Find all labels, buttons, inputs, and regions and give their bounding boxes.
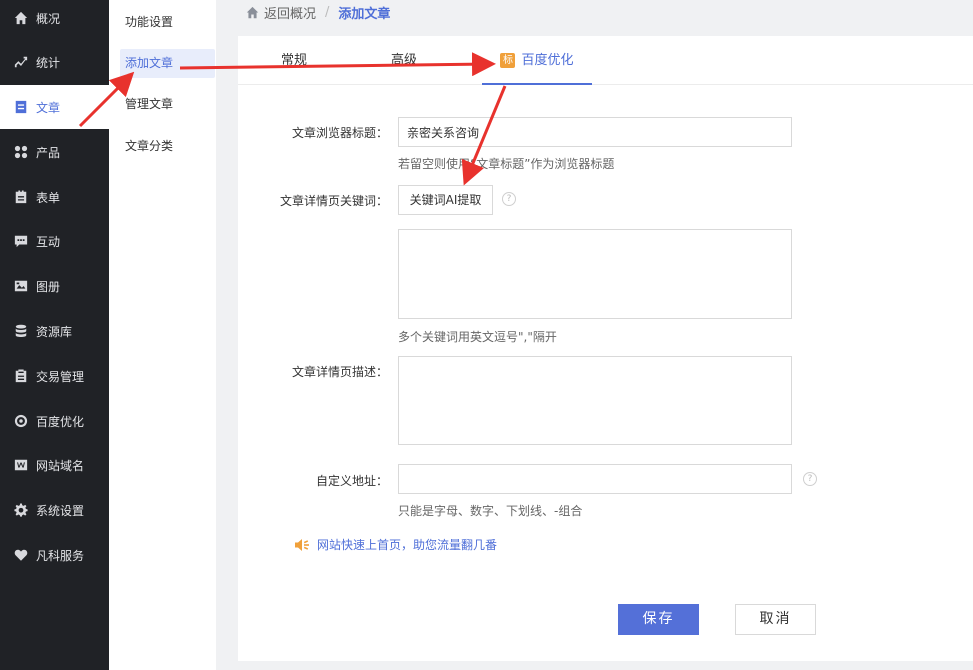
sidebar-item-system-settings[interactable]: 系统设置 xyxy=(0,488,109,532)
browser-title-label: 文章浏览器标题： xyxy=(291,126,388,140)
custom-url-hint: 只能是字母、数字、下划线、-组合 xyxy=(398,504,583,518)
form-icon xyxy=(14,190,28,204)
album-icon xyxy=(14,279,28,293)
sidebar-item-label: 表单 xyxy=(36,190,61,205)
chat-icon xyxy=(14,234,28,248)
help-icon[interactable]: ? xyxy=(803,472,817,486)
editor-tabs: 常规 高级 标百度优化 xyxy=(238,36,973,85)
subnav-item-article-categories[interactable]: 文章分类 xyxy=(120,132,215,161)
sidebar-item-domain[interactable]: 网站域名 xyxy=(0,443,109,487)
sidebar-item-interaction[interactable]: 互动 xyxy=(0,219,109,263)
database-icon xyxy=(14,324,28,338)
browser-title-hint: 若留空则使用“文章标题”作为浏览器标题 xyxy=(398,157,615,171)
clipboard-icon xyxy=(14,369,28,383)
sidebar-item-label: 图册 xyxy=(36,279,61,294)
sidebar-item-label: 系统设置 xyxy=(36,503,85,518)
sidebar-item-baidu-seo[interactable]: 百度优化 xyxy=(0,399,109,443)
sidebar-item-statistics[interactable]: 统计 xyxy=(0,40,109,84)
promo-link[interactable]: 网站快速上首页，助您流量翻几番 xyxy=(294,536,497,553)
sidebar-item-label: 百度优化 xyxy=(36,414,85,429)
sidebar-item-label: 产品 xyxy=(36,145,61,160)
sidebar-item-overview[interactable]: 概况 xyxy=(0,0,109,40)
article-icon xyxy=(14,100,28,114)
tab-baidu-seo-label: 百度优化 xyxy=(521,53,574,68)
sidebar-item-label: 资源库 xyxy=(36,324,73,339)
save-button[interactable]: 保存 xyxy=(618,604,699,635)
custom-url-input[interactable] xyxy=(398,464,792,494)
sidebar-item-album[interactable]: 图册 xyxy=(0,264,109,308)
subnav-item-manage-articles[interactable]: 管理文章 xyxy=(120,90,215,119)
home-icon xyxy=(14,11,28,25)
subnav-item-add-article[interactable]: 添加文章 xyxy=(120,49,215,78)
cancel-button[interactable]: 取消 xyxy=(735,604,816,635)
description-label: 文章详情页描述： xyxy=(291,365,388,379)
breadcrumb-separator: / xyxy=(325,4,330,20)
sidebar-item-label: 交易管理 xyxy=(36,369,85,384)
chart-icon xyxy=(14,55,28,69)
gear-icon xyxy=(14,503,28,517)
custom-url-label: 自定义地址： xyxy=(315,474,388,488)
sidebar-item-label: 凡科服务 xyxy=(36,548,85,563)
sidebar-item-transactions[interactable]: 交易管理 xyxy=(0,354,109,398)
sidebar-item-forms[interactable]: 表单 xyxy=(0,175,109,219)
baidu-badge-icon: 标 xyxy=(500,53,516,68)
target-icon xyxy=(14,414,28,428)
description-textarea[interactable] xyxy=(398,356,792,445)
home-icon[interactable] xyxy=(246,6,259,19)
sidebar-item-products[interactable]: 产品 xyxy=(0,130,109,174)
tab-general[interactable]: 常规 xyxy=(263,36,325,85)
sidebar-item-label: 网站域名 xyxy=(36,458,85,473)
tab-baidu-seo[interactable]: 标百度优化 xyxy=(482,36,592,85)
sidebar-item-label: 概况 xyxy=(36,11,61,26)
keywords-label: 文章详情页关键词： xyxy=(279,194,388,208)
article-subnav: 功能设置 添加文章 管理文章 文章分类 xyxy=(109,0,216,670)
sidebar-item-articles[interactable]: 文章 xyxy=(0,85,109,129)
help-icon[interactable]: ? xyxy=(502,192,516,206)
browser-title-input[interactable] xyxy=(398,117,792,147)
sidebar-item-label: 统计 xyxy=(36,55,61,70)
article-editor-card: 常规 高级 标百度优化 文章浏览器标题： 若留空则使用“文章标题”作为浏览器标题… xyxy=(238,36,973,661)
domain-icon xyxy=(14,458,28,472)
grid-icon xyxy=(14,145,28,159)
subnav-item-feature-settings[interactable]: 功能设置 xyxy=(120,8,215,37)
heart-icon xyxy=(14,548,28,562)
sidebar-item-fanke-service[interactable]: 凡科服务 xyxy=(0,533,109,577)
speaker-icon xyxy=(294,538,310,552)
sidebar-item-label: 文章 xyxy=(36,100,61,115)
breadcrumb-back-link[interactable]: 返回概况 xyxy=(264,3,316,22)
main-sidebar: 概况 统计 文章 产品 表单 互动 图册 资源库 交易管理 百度优化 网站域名 xyxy=(0,0,109,670)
keywords-textarea[interactable] xyxy=(398,229,792,319)
breadcrumb-current: 添加文章 xyxy=(338,6,391,22)
sidebar-item-resources[interactable]: 资源库 xyxy=(0,309,109,353)
sidebar-item-label: 互动 xyxy=(36,234,61,249)
breadcrumb: 返回概况 / 添加文章 xyxy=(246,3,391,22)
tab-advanced[interactable]: 高级 xyxy=(373,36,435,85)
ai-keyword-extract-button[interactable]: 关键词AI提取 xyxy=(398,185,493,215)
promo-text: 网站快速上首页，助您流量翻几番 xyxy=(317,538,498,552)
keywords-hint: 多个关键词用英文逗号","隔开 xyxy=(398,330,557,344)
